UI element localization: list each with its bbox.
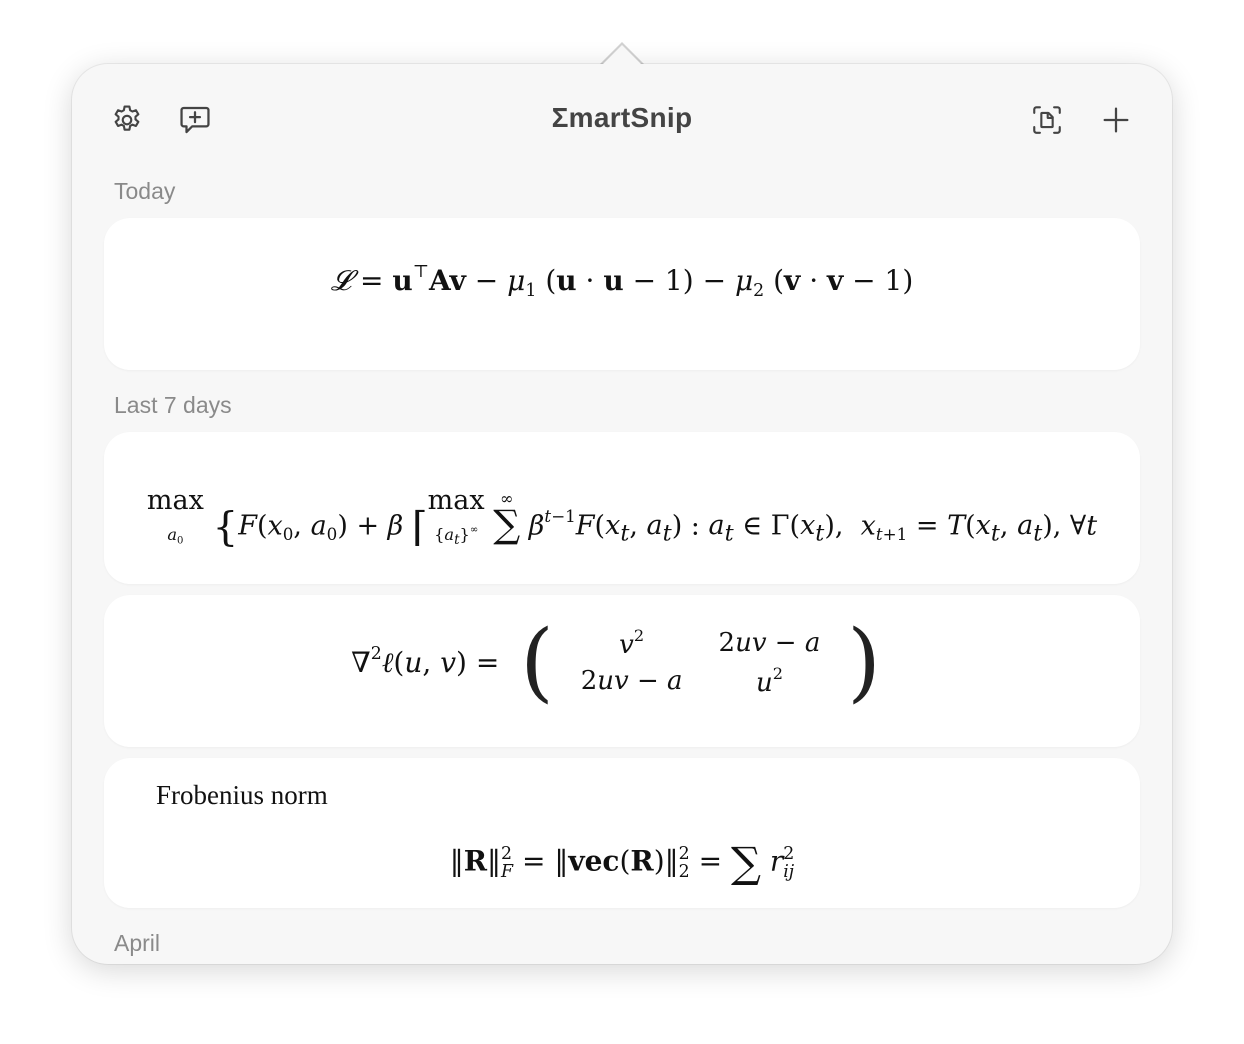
section-last-7-days: Last 7 days: [114, 392, 232, 418]
matrix-cell-22: u2: [755, 664, 783, 699]
hessian-matrix: ( v2 2uv − a 2uv − a u2 ): [520, 612, 881, 712]
matrix-cell-21: 2uv − a: [580, 666, 683, 697]
app-window: ΣmartSnip Today 𝓛 = u⊤Av − μ1 (u · u − 1…: [0, 0, 1244, 1044]
hessian-formula: ∇2ℓ(u, v) = ( v2 2uv − a 2uv − a u2 ): [104, 619, 1140, 705]
matrix-cell-11: v2: [619, 625, 645, 660]
screen-capture-icon[interactable]: [1030, 103, 1064, 137]
popover-panel: ΣmartSnip Today 𝓛 = u⊤Av − μ1 (u · u − 1…: [72, 64, 1172, 964]
matrix-cell-12: 2uv − a: [718, 627, 821, 658]
snippet-card-frobenius[interactable]: Frobenius norm ‖R‖2 F = ‖vec(R)‖2 2 = ∑ r2…: [104, 758, 1140, 908]
snippet-card-bellman[interactable]: max a0 {F(x0, a0) + β ⌈max {at}∞ ∞ ∑ βt−1F(…: [104, 432, 1140, 584]
section-today: Today: [114, 178, 176, 204]
popover-arrow-fill: [602, 45, 642, 65]
app-title: ΣmartSnip: [551, 102, 693, 133]
snippet-card-hessian[interactable]: ∇2ℓ(u, v) = ( v2 2uv − a 2uv − a u2 ): [104, 595, 1140, 747]
snippet-note: Frobenius norm: [156, 780, 328, 810]
section-april: April: [114, 930, 161, 956]
lagrangian-formula: 𝓛 = u⊤Av − μ1 (u · u − 1) − μ2 (v · v − …: [330, 262, 914, 302]
plus-icon[interactable]: [1099, 103, 1133, 137]
bellman-formula: max a0 {F(x0, a0) + β ⌈max {at}∞ ∞ ∑ βt−1F(…: [146, 484, 1098, 551]
snippet-card-lagrangian[interactable]: 𝓛 = u⊤Av − μ1 (u · u − 1) − μ2 (v · v − …: [104, 218, 1140, 370]
frobenius-formula: ‖R‖2 F = ‖vec(R)‖2 2 = ∑ r2 ij: [449, 838, 795, 887]
